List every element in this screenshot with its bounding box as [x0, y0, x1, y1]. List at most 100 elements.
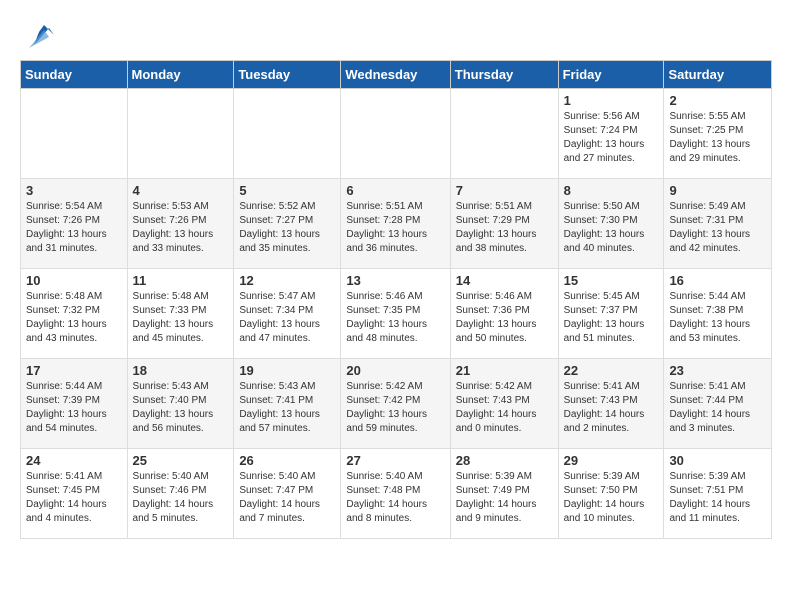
day-number: 21 — [456, 363, 553, 378]
calendar-cell: 20 Sunrise: 5:42 AM Sunset: 7:42 PM Dayli… — [341, 359, 450, 449]
day-number: 10 — [26, 273, 122, 288]
calendar-cell: 13 Sunrise: 5:46 AM Sunset: 7:35 PM Dayli… — [341, 269, 450, 359]
calendar-cell — [341, 89, 450, 179]
day-info: Sunrise: 5:52 AM Sunset: 7:27 PM Dayligh… — [239, 200, 335, 256]
week-row-4: 24Sunrise: 5:41 AM Sunset: 7:45 PM Dayli… — [21, 449, 772, 539]
calendar-cell: 25 Sunrise: 5:40 AM Sunset: 7:46 PM Dayli… — [127, 449, 234, 539]
day-info: Sunrise: 5:48 AM Sunset: 7:33 PM Dayligh… — [133, 290, 229, 346]
header-row: SundayMondayTuesdayWednesdayThursdayFrid… — [21, 61, 772, 89]
week-row-1: 3 Sunrise: 5:54 AM Sunset: 7:26 PM Daylig… — [21, 179, 772, 269]
page-header — [20, 20, 772, 50]
calendar-header: SundayMondayTuesdayWednesdayThursdayFrid… — [21, 61, 772, 89]
calendar-cell: 5 Sunrise: 5:52 AM Sunset: 7:27 PM Daylig… — [234, 179, 341, 269]
day-number: 28 — [456, 453, 553, 468]
day-number: 7 — [456, 183, 553, 198]
calendar-cell: 15Sunrise: 5:45 AM Sunset: 7:37 PM Dayli… — [558, 269, 664, 359]
day-info: Sunrise: 5:49 AM Sunset: 7:31 PM Dayligh… — [669, 200, 766, 256]
calendar-cell — [450, 89, 558, 179]
calendar-cell — [21, 89, 128, 179]
calendar-cell: 9 Sunrise: 5:49 AM Sunset: 7:31 PM Daylig… — [664, 179, 772, 269]
day-info: Sunrise: 5:51 AM Sunset: 7:28 PM Dayligh… — [346, 200, 444, 256]
day-info: Sunrise: 5:44 AM Sunset: 7:38 PM Dayligh… — [669, 290, 766, 346]
day-info: Sunrise: 5:42 AM Sunset: 7:42 PM Dayligh… — [346, 380, 444, 436]
header-friday: Friday — [558, 61, 664, 89]
calendar-cell: 29 Sunrise: 5:39 AM Sunset: 7:50 PM Dayli… — [558, 449, 664, 539]
calendar-cell — [234, 89, 341, 179]
calendar-cell: 12 Sunrise: 5:47 AM Sunset: 7:34 PM Dayli… — [234, 269, 341, 359]
day-info: Sunrise: 5:46 AM Sunset: 7:35 PM Dayligh… — [346, 290, 444, 346]
calendar-cell: 6 Sunrise: 5:51 AM Sunset: 7:28 PM Daylig… — [341, 179, 450, 269]
day-number: 19 — [239, 363, 335, 378]
day-info: Sunrise: 5:41 AM Sunset: 7:45 PM Dayligh… — [26, 470, 122, 526]
header-monday: Monday — [127, 61, 234, 89]
day-info: Sunrise: 5:40 AM Sunset: 7:48 PM Dayligh… — [346, 470, 444, 526]
calendar-cell: 22 Sunrise: 5:41 AM Sunset: 7:43 PM Dayli… — [558, 359, 664, 449]
calendar-cell: 3 Sunrise: 5:54 AM Sunset: 7:26 PM Daylig… — [21, 179, 128, 269]
calendar-cell: 4Sunrise: 5:53 AM Sunset: 7:26 PM Daylig… — [127, 179, 234, 269]
day-info: Sunrise: 5:50 AM Sunset: 7:30 PM Dayligh… — [564, 200, 659, 256]
day-number: 8 — [564, 183, 659, 198]
day-number: 22 — [564, 363, 659, 378]
day-info: Sunrise: 5:41 AM Sunset: 7:43 PM Dayligh… — [564, 380, 659, 436]
day-info: Sunrise: 5:45 AM Sunset: 7:37 PM Dayligh… — [564, 290, 659, 346]
day-number: 27 — [346, 453, 444, 468]
day-info: Sunrise: 5:39 AM Sunset: 7:51 PM Dayligh… — [669, 470, 766, 526]
day-number: 29 — [564, 453, 659, 468]
calendar-cell: 28 Sunrise: 5:39 AM Sunset: 7:49 PM Dayli… — [450, 449, 558, 539]
calendar-cell: 24Sunrise: 5:41 AM Sunset: 7:45 PM Dayli… — [21, 449, 128, 539]
calendar-cell: 21 Sunrise: 5:42 AM Sunset: 7:43 PM Dayli… — [450, 359, 558, 449]
week-row-0: 1Sunrise: 5:56 AM Sunset: 7:24 PM Daylig… — [21, 89, 772, 179]
header-thursday: Thursday — [450, 61, 558, 89]
day-info: Sunrise: 5:48 AM Sunset: 7:32 PM Dayligh… — [26, 290, 122, 346]
day-number: 14 — [456, 273, 553, 288]
day-number: 18 — [133, 363, 229, 378]
calendar-cell: 18 Sunrise: 5:43 AM Sunset: 7:40 PM Dayli… — [127, 359, 234, 449]
day-info: Sunrise: 5:54 AM Sunset: 7:26 PM Dayligh… — [26, 200, 122, 256]
day-number: 11 — [133, 273, 229, 288]
calendar-cell: 7 Sunrise: 5:51 AM Sunset: 7:29 PM Daylig… — [450, 179, 558, 269]
calendar-cell: 2Sunrise: 5:55 AM Sunset: 7:25 PM Daylig… — [664, 89, 772, 179]
day-number: 2 — [669, 93, 766, 108]
day-number: 26 — [239, 453, 335, 468]
calendar-cell: 19 Sunrise: 5:43 AM Sunset: 7:41 PM Dayli… — [234, 359, 341, 449]
day-number: 6 — [346, 183, 444, 198]
day-info: Sunrise: 5:39 AM Sunset: 7:50 PM Dayligh… — [564, 470, 659, 526]
day-number: 16 — [669, 273, 766, 288]
calendar-cell: 8 Sunrise: 5:50 AM Sunset: 7:30 PM Daylig… — [558, 179, 664, 269]
day-info: Sunrise: 5:40 AM Sunset: 7:46 PM Dayligh… — [133, 470, 229, 526]
day-number: 20 — [346, 363, 444, 378]
calendar-cell — [127, 89, 234, 179]
day-info: Sunrise: 5:53 AM Sunset: 7:26 PM Dayligh… — [133, 200, 229, 256]
logo-icon — [24, 20, 54, 50]
day-info: Sunrise: 5:51 AM Sunset: 7:29 PM Dayligh… — [456, 200, 553, 256]
header-saturday: Saturday — [664, 61, 772, 89]
day-info: Sunrise: 5:39 AM Sunset: 7:49 PM Dayligh… — [456, 470, 553, 526]
calendar-cell: 27 Sunrise: 5:40 AM Sunset: 7:48 PM Dayli… — [341, 449, 450, 539]
calendar-cell: 14 Sunrise: 5:46 AM Sunset: 7:36 PM Dayli… — [450, 269, 558, 359]
calendar-cell: 26Sunrise: 5:40 AM Sunset: 7:47 PM Dayli… — [234, 449, 341, 539]
calendar-cell: 23Sunrise: 5:41 AM Sunset: 7:44 PM Dayli… — [664, 359, 772, 449]
day-info: Sunrise: 5:43 AM Sunset: 7:40 PM Dayligh… — [133, 380, 229, 436]
calendar-cell: 11 Sunrise: 5:48 AM Sunset: 7:33 PM Dayli… — [127, 269, 234, 359]
calendar-cell: 1Sunrise: 5:56 AM Sunset: 7:24 PM Daylig… — [558, 89, 664, 179]
header-sunday: Sunday — [21, 61, 128, 89]
day-info: Sunrise: 5:43 AM Sunset: 7:41 PM Dayligh… — [239, 380, 335, 436]
day-number: 17 — [26, 363, 122, 378]
header-tuesday: Tuesday — [234, 61, 341, 89]
day-number: 12 — [239, 273, 335, 288]
day-info: Sunrise: 5:42 AM Sunset: 7:43 PM Dayligh… — [456, 380, 553, 436]
calendar-cell: 30Sunrise: 5:39 AM Sunset: 7:51 PM Dayli… — [664, 449, 772, 539]
day-info: Sunrise: 5:47 AM Sunset: 7:34 PM Dayligh… — [239, 290, 335, 346]
calendar-cell: 17 Sunrise: 5:44 AM Sunset: 7:39 PM Dayli… — [21, 359, 128, 449]
day-number: 3 — [26, 183, 122, 198]
header-wednesday: Wednesday — [341, 61, 450, 89]
day-number: 5 — [239, 183, 335, 198]
day-info: Sunrise: 5:46 AM Sunset: 7:36 PM Dayligh… — [456, 290, 553, 346]
day-number: 9 — [669, 183, 766, 198]
calendar-body: 1Sunrise: 5:56 AM Sunset: 7:24 PM Daylig… — [21, 89, 772, 539]
week-row-3: 17 Sunrise: 5:44 AM Sunset: 7:39 PM Dayli… — [21, 359, 772, 449]
day-number: 25 — [133, 453, 229, 468]
day-info: Sunrise: 5:41 AM Sunset: 7:44 PM Dayligh… — [669, 380, 766, 436]
day-info: Sunrise: 5:44 AM Sunset: 7:39 PM Dayligh… — [26, 380, 122, 436]
day-number: 13 — [346, 273, 444, 288]
